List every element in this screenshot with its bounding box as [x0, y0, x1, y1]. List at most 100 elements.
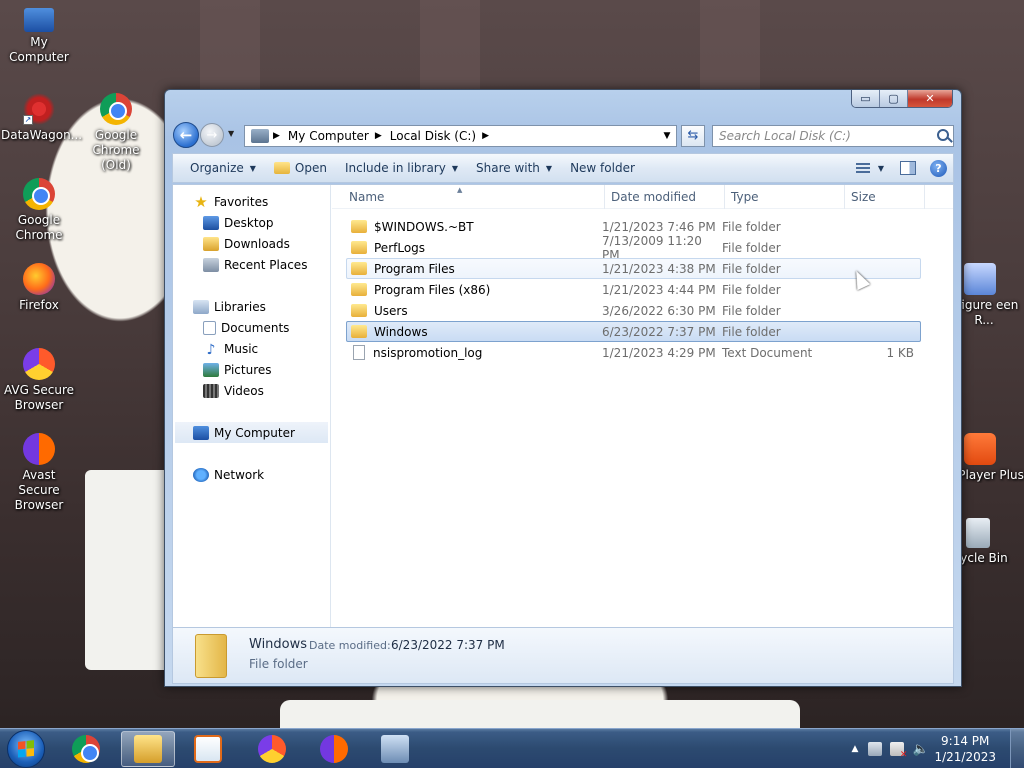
- arrow-left-icon: ←: [179, 126, 193, 144]
- nav-libraries[interactable]: Libraries: [173, 296, 330, 317]
- nav-desktop[interactable]: Desktop: [173, 212, 330, 233]
- file-name: nsispromotion_log: [373, 345, 483, 360]
- show-desktop-button[interactable]: [1010, 729, 1024, 768]
- desktop-icon-label: Firefox: [19, 298, 59, 312]
- desktop-icon-label: DataWagon...: [1, 128, 83, 142]
- preview-pane-icon[interactable]: [900, 161, 916, 175]
- minimize-button[interactable]: ▭: [852, 90, 880, 107]
- search-placeholder: Search Local Disk (C:): [719, 129, 851, 143]
- column-header-name[interactable]: ▲ Name: [332, 185, 605, 209]
- table-row[interactable]: Program Files (x86) 1/21/2023 4:44 PM Fi…: [346, 279, 921, 300]
- file-name-cell: Program Files (x86): [347, 283, 602, 297]
- nav-videos[interactable]: Videos: [173, 380, 330, 401]
- address-dropdown-icon[interactable]: ▼: [658, 131, 676, 141]
- desktop-icon-chrome-old[interactable]: Google Chrome (Old): [78, 93, 154, 173]
- action-center-icon[interactable]: [890, 742, 907, 760]
- sort-ascending-icon: ▲: [457, 186, 463, 194]
- avg-icon: [258, 735, 286, 763]
- details-pane: Windows Date modified: 6/23/2022 7:37 PM…: [172, 628, 954, 684]
- taskbar-computer[interactable]: [368, 731, 422, 767]
- help-icon[interactable]: ?: [930, 159, 947, 177]
- breadcrumb-local-disk[interactable]: Local Disk (C:): [390, 129, 476, 143]
- show-hidden-icons-icon[interactable]: ▲: [852, 744, 859, 754]
- network-status-icon[interactable]: [868, 742, 883, 756]
- file-type: File folder: [722, 324, 781, 339]
- open-folder-icon: [273, 162, 290, 174]
- forward-button[interactable]: →: [200, 123, 224, 147]
- share-with-button[interactable]: Share with ▼: [467, 156, 561, 180]
- column-header-type[interactable]: Type: [725, 185, 845, 209]
- nav-documents[interactable]: Documents: [173, 317, 330, 338]
- file-name: Program Files (x86): [374, 282, 491, 297]
- nav-downloads[interactable]: Downloads: [173, 233, 330, 254]
- table-row[interactable]: nsispromotion_log 1/21/2023 4:29 PM Text…: [346, 342, 921, 363]
- nav-my-computer[interactable]: My Computer: [175, 422, 328, 443]
- desktop-icon-avast[interactable]: Avast Secure Browser: [1, 433, 77, 513]
- close-button[interactable]: ✕: [908, 90, 952, 107]
- open-button[interactable]: Open: [265, 156, 336, 180]
- chevron-down-icon: ▼: [545, 163, 553, 173]
- clock[interactable]: 9:14 PM 1/21/2023: [934, 733, 996, 765]
- chevron-right-icon[interactable]: ▶: [375, 131, 382, 141]
- toolbar-right: ▼ ?: [855, 159, 953, 177]
- nav-label: Downloads: [224, 236, 290, 251]
- nav-favorites[interactable]: ★ Favorites: [173, 191, 330, 212]
- search-input[interactable]: Search Local Disk (C:): [712, 125, 954, 147]
- computer-icon: [381, 735, 409, 763]
- file-name: PerfLogs: [374, 240, 426, 255]
- desktop-icon-label: Google Chrome (Old): [92, 128, 140, 172]
- pictures-icon: [203, 362, 219, 377]
- maximize-button[interactable]: ▢: [880, 90, 908, 107]
- address-bar[interactable]: ▶ My Computer ▶ Local Disk (C:) ▶ ▼: [244, 125, 677, 147]
- desktop-icon-chrome[interactable]: Google Chrome: [1, 178, 77, 243]
- table-row[interactable]: Windows 6/23/2022 7:37 PM File folder: [346, 321, 921, 342]
- taskbar-avast[interactable]: [307, 731, 361, 767]
- nav-label: Music: [224, 341, 259, 356]
- search-icon[interactable]: [937, 129, 949, 141]
- taskbar-avg[interactable]: [245, 731, 299, 767]
- start-button[interactable]: [7, 730, 45, 768]
- desktop-icon-avg[interactable]: AVG Secure Browser: [1, 348, 77, 413]
- nav-pictures[interactable]: Pictures: [173, 359, 330, 380]
- table-row[interactable]: Users 3/26/2022 6:30 PM File folder: [346, 300, 921, 321]
- desktop-icon-label: ycle Bin: [960, 551, 1008, 565]
- chevron-down-icon[interactable]: ▼: [878, 164, 884, 173]
- desktop-icon-my-computer[interactable]: My Computer: [1, 8, 77, 65]
- chevron-right-icon[interactable]: ▶: [273, 131, 280, 141]
- back-button[interactable]: ←: [173, 122, 199, 148]
- taskbar-chrome[interactable]: [59, 731, 113, 767]
- firefox-icon: [23, 263, 55, 295]
- new-folder-button[interactable]: New folder: [561, 156, 644, 180]
- folder-icon: [351, 220, 367, 233]
- column-header-label: Type: [731, 190, 759, 204]
- desktop-icon-datawagon[interactable]: ↗ DataWagon...: [1, 93, 82, 143]
- include-in-library-button[interactable]: Include in library ▼: [336, 156, 467, 180]
- network-icon: [193, 467, 209, 482]
- file-name: Program Files: [374, 261, 455, 276]
- nav-network[interactable]: Network: [173, 464, 330, 485]
- table-row[interactable]: PerfLogs 7/13/2009 11:20 PM File folder: [346, 234, 921, 262]
- volume-icon[interactable]: 🔈: [912, 742, 928, 757]
- details-date: 6/23/2022 7:37 PM: [391, 638, 505, 652]
- chevron-down-icon: ▼: [451, 163, 458, 173]
- refresh-button[interactable]: ⇆: [681, 125, 705, 147]
- chevron-right-icon[interactable]: ▶: [482, 131, 489, 141]
- organize-button[interactable]: Organize ▼: [173, 156, 265, 180]
- file-type: File folder: [722, 240, 781, 255]
- taskbar-media-player[interactable]: [181, 731, 235, 767]
- column-header-date[interactable]: Date modified: [605, 185, 725, 209]
- nav-recent-places[interactable]: Recent Places: [173, 254, 330, 275]
- details-type: File folder: [249, 657, 308, 671]
- file-type: File folder: [722, 261, 781, 276]
- nav-music[interactable]: ♪ Music: [173, 338, 330, 359]
- views-icon[interactable]: [855, 163, 870, 173]
- column-header-size[interactable]: Size: [845, 185, 925, 209]
- recent-pages-dropdown[interactable]: ▼: [228, 129, 234, 138]
- table-row[interactable]: Program Files 1/21/2023 4:38 PM File fol…: [346, 258, 921, 279]
- breadcrumb-my-computer[interactable]: My Computer: [288, 129, 369, 143]
- explorer-window: ▭ ▢ ✕ ← → ▼ ▶ My Computer ▶ Local Disk (…: [164, 89, 962, 687]
- desktop-icon-firefox[interactable]: Firefox: [1, 263, 77, 313]
- chrome-icon: [23, 178, 55, 210]
- taskbar-explorer[interactable]: [121, 731, 175, 767]
